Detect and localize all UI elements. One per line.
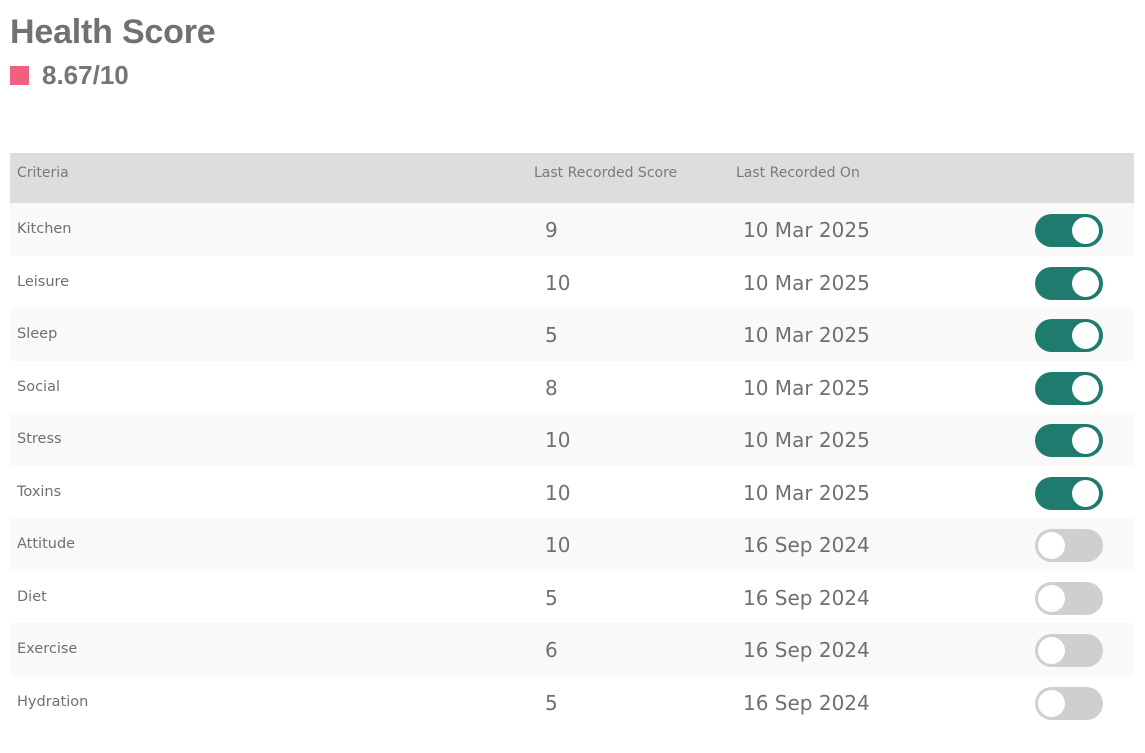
table-row: Stress 10 10 Mar 2025: [10, 413, 1134, 466]
toggle-knob: [1038, 584, 1065, 612]
table-row: Attitude 10 16 Sep 2024: [10, 518, 1134, 571]
overall-score: 8.67/10: [42, 60, 129, 90]
toggle-knob: [1072, 269, 1099, 297]
criteria-toggle[interactable]: [1035, 371, 1103, 405]
table-row: Exercise 6 16 Sep 2024: [10, 623, 1134, 676]
table-row: Sleep 5 10 Mar 2025: [10, 308, 1134, 361]
criteria-name: Hydration: [17, 693, 89, 710]
criteria-name: Kitchen: [17, 221, 72, 237]
criteria-toggle[interactable]: [1035, 686, 1103, 720]
column-header-last-recorded-score: Last Recorded Score: [534, 165, 678, 181]
last-recorded-date: 16 Sep 2024: [743, 690, 870, 715]
criteria-name: Stress: [17, 431, 62, 447]
health-score-header: Health Score 8.67/10: [10, 12, 216, 90]
criteria-name: Sleep: [17, 326, 58, 342]
criteria-toggle[interactable]: [1035, 319, 1103, 352]
last-recorded-score: 6: [545, 638, 558, 662]
criteria-toggle[interactable]: [1035, 529, 1103, 562]
criteria-toggle[interactable]: [1035, 214, 1103, 247]
criteria-table: Criteria Last Recorded Score Last Record…: [10, 153, 1134, 728]
criteria-name: Exercise: [17, 641, 78, 657]
last-recorded-score: 9: [545, 218, 558, 242]
last-recorded-date: 16 Sep 2024: [743, 585, 870, 610]
criteria-toggle[interactable]: [1035, 476, 1103, 510]
toggle-knob: [1038, 637, 1065, 664]
criteria-name: Leisure: [17, 273, 70, 290]
toggle-knob: [1038, 532, 1065, 559]
criteria-toggle[interactable]: [1035, 581, 1103, 615]
toggle-knob: [1072, 217, 1099, 244]
column-header-criteria: Criteria: [17, 165, 69, 181]
last-recorded-score: 10: [545, 270, 571, 295]
last-recorded-score: 10: [545, 428, 571, 452]
toggle-knob: [1072, 374, 1099, 402]
score-color-swatch: [10, 65, 29, 85]
toggle-knob: [1072, 427, 1099, 454]
score-summary: 8.67/10: [10, 60, 215, 90]
table-row: Leisure 10 10 Mar 2025: [10, 255, 1134, 308]
toggle-knob: [1038, 689, 1065, 717]
last-recorded-score: 5: [545, 585, 558, 610]
table-body: Kitchen 9 10 Mar 2025 Leisure 10 10 Mar …: [10, 203, 1134, 728]
criteria-name: Social: [17, 378, 60, 395]
table-row: Toxins 10 10 Mar 2025: [10, 465, 1134, 518]
last-recorded-date: 16 Sep 2024: [743, 638, 870, 662]
last-recorded-date: 16 Sep 2024: [743, 533, 870, 557]
table-row: Social 8 10 Mar 2025: [10, 360, 1134, 413]
criteria-toggle[interactable]: [1035, 266, 1103, 300]
last-recorded-date: 10 Mar 2025: [743, 218, 870, 242]
last-recorded-score: 10: [545, 480, 571, 505]
last-recorded-date: 10 Mar 2025: [743, 428, 870, 452]
table-row: Hydration 5 16 Sep 2024: [10, 675, 1134, 728]
toggle-knob: [1072, 479, 1099, 507]
table-header: Criteria Last Recorded Score Last Record…: [10, 153, 1134, 203]
table-row: Diet 5 16 Sep 2024: [10, 570, 1134, 623]
table-row: Kitchen 9 10 Mar 2025: [10, 203, 1134, 256]
page-title: Health Score: [10, 13, 216, 51]
last-recorded-date: 10 Mar 2025: [743, 323, 870, 347]
column-header-last-recorded-on: Last Recorded On: [736, 165, 860, 181]
criteria-name: Toxins: [17, 483, 62, 500]
last-recorded-score: 10: [545, 533, 571, 557]
last-recorded-score: 5: [545, 690, 558, 715]
last-recorded-date: 10 Mar 2025: [743, 270, 870, 295]
toggle-knob: [1072, 322, 1099, 349]
criteria-toggle[interactable]: [1035, 634, 1103, 667]
last-recorded-date: 10 Mar 2025: [743, 375, 870, 400]
criteria-name: Attitude: [17, 536, 76, 552]
last-recorded-score: 8: [545, 375, 558, 400]
criteria-name: Diet: [17, 588, 47, 605]
criteria-toggle[interactable]: [1035, 424, 1103, 457]
last-recorded-date: 10 Mar 2025: [743, 480, 870, 505]
last-recorded-score: 5: [545, 323, 558, 347]
